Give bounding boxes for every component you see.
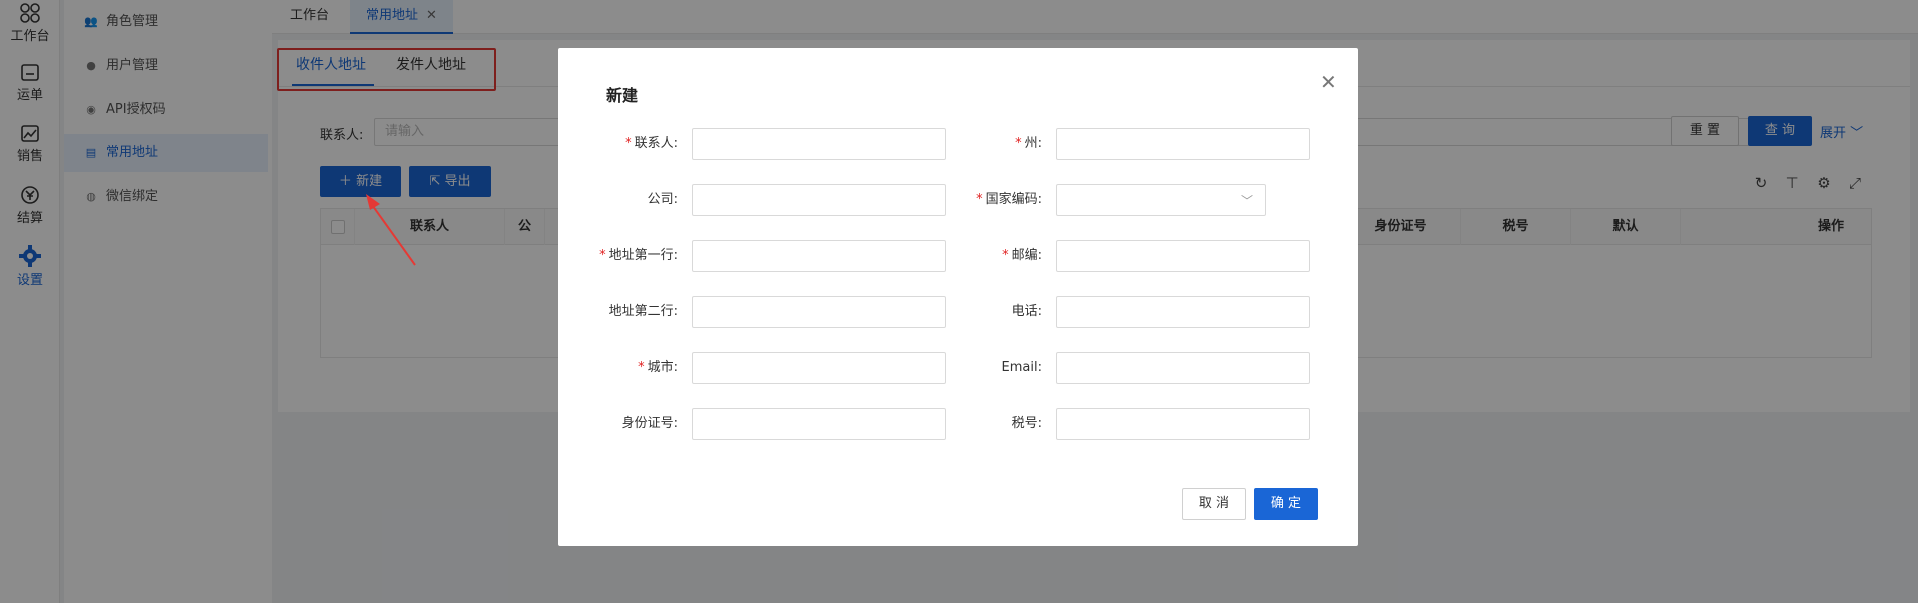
field-label-phone: 电话: [922,296,1042,328]
field-label-company: 公司: [558,184,678,216]
annotation-arrow [366,194,416,266]
required-marker: * [638,360,645,375]
field-label-city: * 城市: [558,352,678,384]
new-address-dialog: 新建 ✕ * 联系人: 公司: * 地址第一行: 地址第二行: * 城市: 身份证号:… [558,48,1358,546]
label-text: 邮编: [1011,248,1042,263]
field-label-state: * 州: [922,128,1042,160]
label-text: 公司: [647,192,678,207]
field-label-address1: * 地址第一行: [558,240,678,272]
id-number-input[interactable] [692,408,946,440]
label-text: 联系人: [634,136,678,151]
confirm-button[interactable]: 确 定 [1254,488,1318,520]
phone-input[interactable] [1056,296,1310,328]
required-marker: * [625,136,632,151]
dialog-title: 新建 [606,86,639,105]
company-input[interactable] [692,184,946,216]
label-text: Email: [1001,360,1042,375]
field-label-contact: * 联系人: [558,128,678,160]
label-text: 电话: [1011,304,1042,319]
cancel-button[interactable]: 取 消 [1182,488,1246,520]
close-icon[interactable]: ✕ [1320,72,1337,92]
contact-input[interactable] [692,128,946,160]
label-text: 地址第一行: [608,248,678,263]
state-input[interactable] [1056,128,1310,160]
tax-number-input[interactable] [1056,408,1310,440]
required-marker: * [1015,136,1022,151]
country-code-select[interactable]: ﹀ [1056,184,1266,216]
field-label-email: Email: [922,352,1042,384]
label-text: 城市: [647,360,678,375]
label-text: 身份证号: [621,416,678,431]
email-input[interactable] [1056,352,1310,384]
required-marker: * [1002,248,1009,263]
field-label-zipcode: * 邮编: [922,240,1042,272]
label-text: 国家编码: [985,192,1042,207]
required-marker: * [976,192,983,207]
city-input[interactable] [692,352,946,384]
label-text: 地址第二行: [608,304,678,319]
label-text: 州: [1024,136,1042,151]
field-label-id-number: 身份证号: [558,408,678,440]
zipcode-input[interactable] [1056,240,1310,272]
address-line1-input[interactable] [692,240,946,272]
field-label-tax-number: 税号: [922,408,1042,440]
chevron-down-icon: ﹀ [1240,194,1253,208]
address-line2-input[interactable] [692,296,946,328]
required-marker: * [599,248,606,263]
field-label-country-code: * 国家编码: [922,184,1042,216]
label-text: 税号: [1011,416,1042,431]
field-label-address2: 地址第二行: [558,296,678,328]
